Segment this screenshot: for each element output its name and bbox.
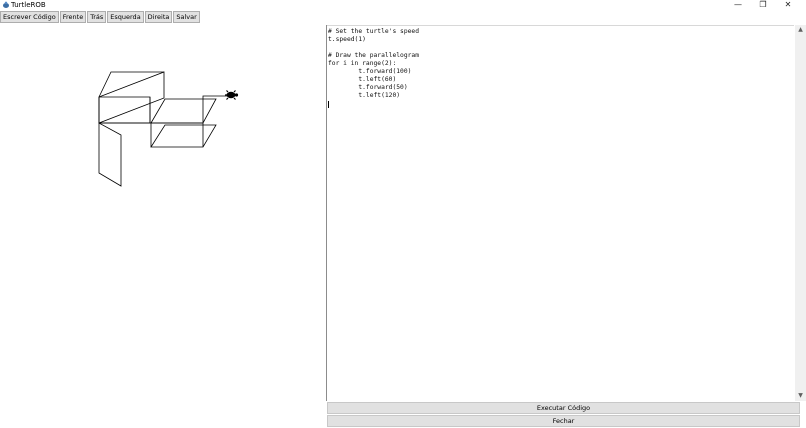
- drawing-shape: [150, 98, 217, 124]
- turtle-canvas[interactable]: [0, 25, 325, 428]
- toolbar: Escrever Código Frente Trás Esquerda Dir…: [0, 11, 201, 24]
- back-button[interactable]: Trás: [87, 11, 107, 23]
- forward-button[interactable]: Frente: [59, 11, 87, 23]
- maximize-button[interactable]: ❐: [751, 0, 775, 11]
- drawing-shape: [98, 122, 122, 187]
- scroll-down-arrow-icon[interactable]: ▼: [795, 391, 806, 401]
- turtle-app-icon: [3, 1, 9, 8]
- code-editor[interactable]: # Set the turtle's speed t.speed(1) # Dr…: [327, 25, 794, 401]
- code-line: # Draw the parallelogram: [328, 52, 419, 59]
- save-button[interactable]: Salvar: [173, 11, 200, 23]
- editor-scrollbar[interactable]: ▲ ▼: [795, 25, 806, 401]
- write-code-button[interactable]: Escrever Código: [0, 11, 59, 23]
- code-line: t.left(60): [328, 76, 397, 83]
- code-line: t.speed(1): [328, 36, 366, 43]
- right-button[interactable]: Direita: [144, 11, 173, 23]
- close-button[interactable]: Fechar: [327, 415, 800, 427]
- window-title: TurtleROB: [11, 1, 46, 9]
- left-button[interactable]: Esquerda: [107, 11, 144, 23]
- minimize-button[interactable]: —: [726, 0, 750, 11]
- drawing-shape: [98, 97, 151, 123]
- title-bar: TurtleROB — ❐ ✕: [0, 0, 806, 11]
- drawing-shape: [98, 96, 151, 124]
- run-code-button[interactable]: Executar Código: [327, 402, 800, 414]
- code-line: t.forward(100): [328, 68, 412, 75]
- scroll-up-arrow-icon[interactable]: ▲: [795, 25, 806, 35]
- close-window-button[interactable]: ✕: [776, 0, 800, 11]
- text-cursor: [328, 101, 329, 108]
- turtle-drawing: [98, 71, 239, 187]
- code-line: # Set the turtle's speed: [328, 28, 419, 35]
- code-line: t.left(120): [328, 92, 401, 99]
- code-line: t.forward(50): [328, 84, 408, 91]
- drawing-shape: [150, 124, 217, 148]
- drawing-shape: [98, 71, 165, 124]
- turtle-icon: [225, 90, 239, 100]
- code-line: for i in range(2):: [328, 60, 397, 67]
- drawing-shape: [202, 95, 232, 123]
